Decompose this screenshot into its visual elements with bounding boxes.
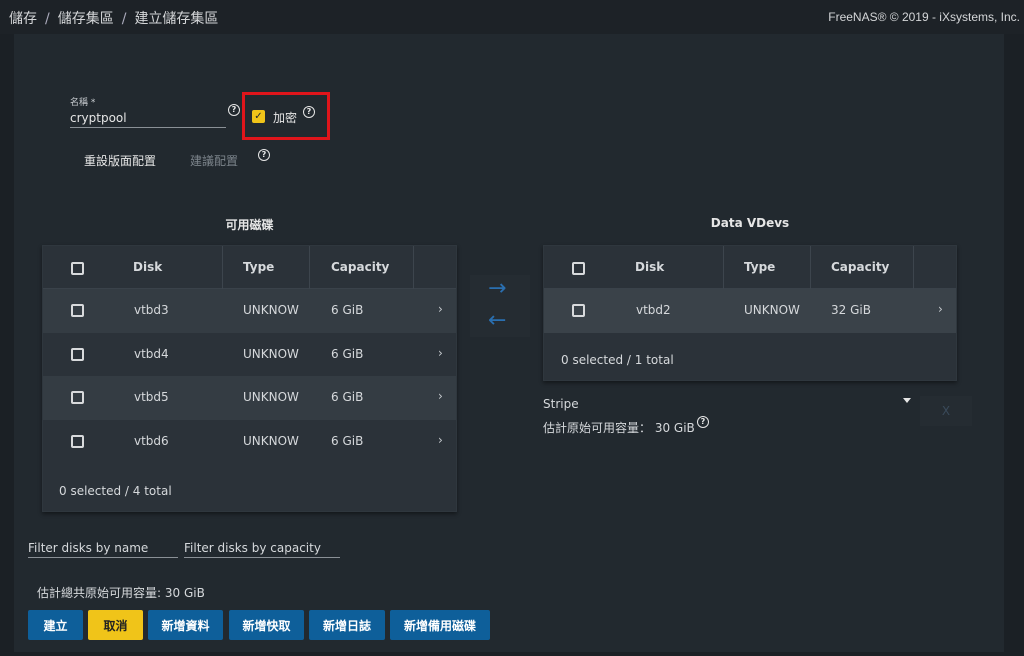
add-log-button[interactable]: 新增日誌 xyxy=(309,610,385,640)
disk-capacity: 6 GiB xyxy=(331,346,364,361)
help-icon[interactable]: ? xyxy=(697,416,709,428)
breadcrumb-separator: / xyxy=(121,11,127,27)
estimated-total-capacity: 估計總共原始可用容量: 30 GiB xyxy=(37,586,205,600)
column-header-type[interactable]: Type xyxy=(744,246,775,289)
breadcrumb-separator: / xyxy=(45,11,50,27)
column-divider xyxy=(913,246,914,289)
chevron-right-icon[interactable]: › xyxy=(438,289,443,329)
top-bar: 儲存 / 儲存集區 / 建立儲存集區 FreeNAS® © 2019 - iXsyste… xyxy=(0,0,1024,34)
disk-name: vtbd6 xyxy=(134,433,169,448)
select-all-checkbox[interactable] xyxy=(572,262,585,275)
chevron-right-icon[interactable]: › xyxy=(438,420,443,460)
table-header: Disk Type Capacity xyxy=(544,246,956,289)
add-spare-button[interactable]: 新增備用磁碟 xyxy=(390,610,490,640)
copyright-text: FreeNAS® © 2019 - iXsystems, Inc. xyxy=(828,10,1020,24)
disk-type: UNKNOW xyxy=(243,303,299,317)
column-divider xyxy=(723,246,724,289)
breadcrumb-item-storage[interactable]: 儲存 xyxy=(9,11,37,27)
row-checkbox[interactable] xyxy=(71,347,84,361)
vdev-layout-select[interactable]: Stripe xyxy=(543,397,579,411)
pool-name-input[interactable] xyxy=(70,108,226,128)
row-checkbox[interactable] xyxy=(572,304,585,317)
chevron-right-icon[interactable]: › xyxy=(938,289,943,329)
chevron-right-icon[interactable]: › xyxy=(438,376,443,416)
breadcrumb: 儲存 / 儲存集區 / 建立儲存集區 xyxy=(9,8,218,28)
row-checkbox[interactable] xyxy=(71,391,84,404)
disk-capacity: 6 GiB xyxy=(331,390,364,404)
breadcrumb-item-pools[interactable]: 儲存集區 xyxy=(58,11,114,27)
arrow-right-icon[interactable]: → xyxy=(488,276,506,301)
add-data-button[interactable]: 新增資料 xyxy=(148,610,223,640)
caret-down-icon[interactable] xyxy=(903,398,911,403)
disk-name: vtbd3 xyxy=(134,303,169,317)
disk-capacity: 6 GiB xyxy=(331,433,364,448)
table-row[interactable]: vtbd5 UNKNOW 6 GiB › xyxy=(43,376,456,420)
disk-name: vtbd4 xyxy=(134,346,169,361)
add-cache-button[interactable]: 新增快取 xyxy=(229,610,304,640)
column-divider xyxy=(309,246,310,289)
table-row[interactable]: vtbd3 UNKNOW 6 GiB › xyxy=(43,289,456,333)
disk-name: vtbd5 xyxy=(134,390,169,404)
column-divider xyxy=(413,246,414,289)
table-header: Disk Type Capacity xyxy=(43,246,456,289)
table-row[interactable]: vtbd6 UNKNOW 6 GiB › xyxy=(43,420,456,464)
table-row[interactable]: vtbd4 UNKNOW 6 GiB › xyxy=(43,333,456,377)
encryption-label: 加密 xyxy=(273,111,298,125)
row-checkbox[interactable] xyxy=(71,434,84,448)
select-all-checkbox[interactable] xyxy=(71,262,84,275)
disk-name: vtbd2 xyxy=(636,303,671,317)
disk-capacity: 32 GiB xyxy=(831,303,871,317)
data-vdevs-table: Disk Type Capacity vtbd2 UNKNOW 32 GiB ›… xyxy=(543,245,957,381)
encryption-checkbox[interactable]: ✓ xyxy=(252,110,265,123)
reset-layout-button[interactable]: 重設版面配置 xyxy=(84,152,156,169)
vdev-selection-count: 0 selected / 1 total xyxy=(561,353,674,367)
available-disks-title: 可用磁碟 xyxy=(225,218,274,232)
column-header-capacity[interactable]: Capacity xyxy=(831,246,889,289)
disk-type: UNKNOW xyxy=(243,433,299,448)
column-header-type[interactable]: Type xyxy=(243,246,274,289)
chevron-right-icon[interactable]: › xyxy=(438,333,443,373)
breadcrumb-item-create-pool: 建立儲存集區 xyxy=(134,11,219,27)
available-selection-count: 0 selected / 4 total xyxy=(59,484,172,498)
disk-capacity: 6 GiB xyxy=(331,303,364,317)
disk-type: UNKNOW xyxy=(243,390,299,404)
filter-disks-by-name-input[interactable] xyxy=(28,538,178,558)
row-checkbox[interactable] xyxy=(71,304,84,317)
remove-vdev-button[interactable]: X xyxy=(920,396,972,426)
help-icon[interactable]: ? xyxy=(228,104,240,116)
help-icon[interactable]: ? xyxy=(303,106,315,118)
create-button[interactable]: 建立 xyxy=(28,610,83,640)
column-header-disk[interactable]: Disk xyxy=(133,246,162,289)
table-row[interactable]: vtbd2 UNKNOW 32 GiB › xyxy=(544,289,956,333)
data-vdevs-title: Data VDevs xyxy=(710,216,790,230)
vdev-estimated-capacity: 估計原始可用容量： 30 GiB xyxy=(543,421,695,435)
column-header-capacity[interactable]: Capacity xyxy=(331,246,389,289)
disk-type: UNKNOW xyxy=(744,303,800,317)
available-disks-table: Disk Type Capacity vtbd3 UNKNOW 6 GiB › … xyxy=(42,245,457,512)
disk-type: UNKNOW xyxy=(243,346,299,361)
suggest-layout-button[interactable]: 建議配置 xyxy=(190,152,238,169)
filter-disks-by-capacity-input[interactable] xyxy=(184,538,340,558)
column-divider xyxy=(222,246,223,289)
pool-name-label: 名稱 * xyxy=(70,98,96,108)
column-divider xyxy=(810,246,811,289)
column-header-disk[interactable]: Disk xyxy=(635,246,664,289)
help-icon[interactable]: ? xyxy=(258,149,270,161)
arrow-left-icon[interactable]: ← xyxy=(488,308,506,333)
cancel-button[interactable]: 取消 xyxy=(88,610,143,640)
